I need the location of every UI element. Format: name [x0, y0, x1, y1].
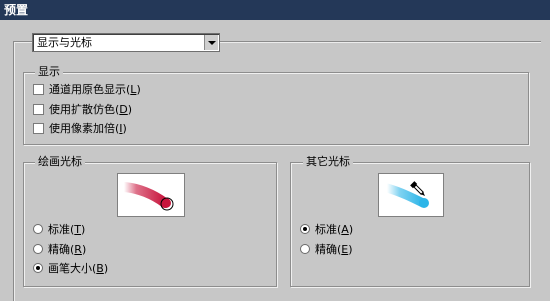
- checkbox-pixel-doubling[interactable]: 使用像素加倍(I): [33, 122, 127, 136]
- option-label-suffix: ): [81, 223, 86, 236]
- option-label-suffix: ): [127, 103, 133, 116]
- checkbox-channels-in-color[interactable]: 通道用原色显示(L): [33, 83, 141, 97]
- option-label-suffix: ): [122, 122, 127, 135]
- brush-cursor-preview-icon: [119, 182, 174, 211]
- category-select[interactable]: 显示与光标: [32, 33, 220, 52]
- eyedropper-cursor-preview-icon: [382, 181, 429, 208]
- option-label: 精确(: [48, 243, 75, 256]
- option-label: 精确(: [315, 243, 342, 256]
- category-select-value: 显示与光标: [37, 36, 92, 49]
- chevron-down-icon[interactable]: [204, 35, 218, 50]
- option-label-suffix: ): [81, 243, 87, 256]
- option-label: 画笔大小(: [48, 262, 97, 275]
- option-hotkey: D: [119, 103, 128, 116]
- option-label-suffix: ): [136, 83, 141, 96]
- other-cursor-preview: [378, 173, 444, 217]
- checkbox-diffusion-dither[interactable]: 使用扩散仿色(D): [33, 103, 132, 117]
- radio-paint-standard[interactable]: 标准(T): [33, 223, 85, 237]
- dialog-title: 预置: [0, 0, 550, 20]
- display-group-label: 显示: [35, 65, 63, 78]
- option-label-suffix: ): [103, 262, 109, 275]
- option-label: 标准(: [315, 223, 342, 236]
- option-label-suffix: ): [348, 243, 353, 256]
- option-hotkey: B: [96, 262, 104, 275]
- option-label: 标准(: [48, 223, 75, 236]
- radio-dot[interactable]: [300, 244, 310, 254]
- radio-paint-brush-size[interactable]: 画笔大小(B): [33, 262, 108, 276]
- radio-dot[interactable]: [33, 244, 43, 254]
- painting-cursors-label: 绘画光标: [35, 155, 85, 168]
- option-hotkey: R: [74, 243, 82, 256]
- other-cursors-label: 其它光标: [303, 155, 353, 168]
- checkbox-box[interactable]: [33, 103, 44, 115]
- checkbox-box[interactable]: [33, 122, 44, 134]
- option-label: 通道用原色显示(: [49, 83, 131, 96]
- option-label: 使用像素加倍(: [49, 122, 120, 135]
- checkbox-box[interactable]: [33, 83, 44, 95]
- radio-other-precise[interactable]: 精确(E): [300, 243, 353, 257]
- option-hotkey: A: [341, 223, 349, 236]
- painting-cursor-preview: [117, 173, 185, 217]
- radio-other-standard[interactable]: 标准(A): [300, 223, 353, 237]
- radio-paint-precise[interactable]: 精确(R): [33, 243, 86, 257]
- option-label-suffix: ): [348, 223, 354, 236]
- radio-dot[interactable]: [300, 224, 310, 234]
- radio-dot[interactable]: [33, 263, 43, 273]
- option-label: 使用扩散仿色(: [49, 103, 120, 116]
- radio-dot[interactable]: [33, 224, 43, 234]
